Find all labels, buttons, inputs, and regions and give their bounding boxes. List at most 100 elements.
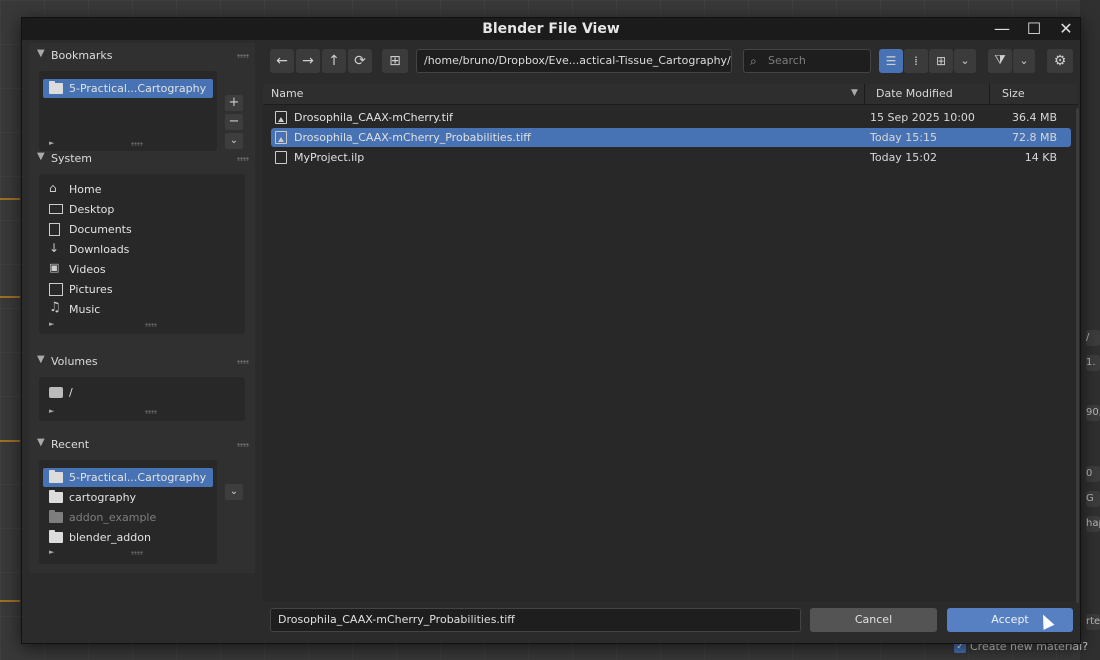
search-field[interactable]: ⌕ [743,49,871,73]
property-chip[interactable]: G [1086,491,1100,507]
drag-grip-icon[interactable] [237,443,249,447]
expand-arrow-icon[interactable]: ► [49,548,54,556]
music-icon: ♫ [49,300,61,315]
property-chip[interactable]: 90, [1086,405,1100,421]
search-input[interactable] [766,53,870,68]
folder-icon [49,81,63,94]
directory-path-field[interactable]: /home/bruno/Dropbox/Eve...actical-Tissue… [416,49,732,73]
property-chip[interactable]: 0 [1086,466,1100,482]
filename-field[interactable]: Drosophila_CAAX-mCherry_Probabilities.ti… [270,608,801,632]
new-folder-button[interactable]: ⊞ [382,49,408,73]
recent-panel-header[interactable]: ▼ Recent [29,434,255,456]
property-chip[interactable]: hap [1086,516,1100,532]
system-item-pictures[interactable]: Pictures [43,280,241,299]
system-item-desktop[interactable]: Desktop [43,200,241,219]
remove-bookmark-button[interactable]: − [225,114,243,130]
add-bookmark-button[interactable]: + [225,95,243,111]
column-name[interactable]: Name [271,87,303,100]
file-size: 14 KB [1024,151,1057,164]
file-size: 36.4 MB [1011,111,1057,124]
column-separator [864,84,865,104]
bookmarks-list: 5-Practical...Cartography ► [39,71,217,151]
recent-item[interactable]: blender_addon [43,528,213,547]
drag-grip-icon[interactable] [237,54,249,58]
column-date-modified[interactable]: Date Modified [876,87,953,100]
filter-button[interactable]: ⧩ [988,49,1012,73]
recent-item[interactable]: addon_example [43,508,213,527]
viewport-curve [0,198,20,200]
video-icon: ▣ [49,261,60,274]
forward-button[interactable]: → [296,49,320,73]
volume-item-root[interactable]: / [43,383,241,402]
thumbnail-view-button[interactable]: ⊞ [929,49,953,73]
expand-arrow-icon[interactable]: ► [49,407,54,415]
file-date: Today 15:15 [870,131,938,144]
volumes-list: / ► [39,377,245,421]
filter-options-dropdown[interactable]: ⌄ [1013,49,1035,73]
title-bar[interactable]: Blender File View — ☐ ✕ [22,18,1080,40]
horizontal-list-view-button[interactable]: ⁞ [904,49,928,73]
file-list-header: Name ▼ Date Modified Size [263,84,1078,105]
file-date: Today 15:02 [870,151,938,164]
system-item-videos[interactable]: ▣ Videos [43,260,241,279]
drag-grip-icon[interactable] [237,157,249,161]
bookmark-item[interactable]: 5-Practical...Cartography [43,79,213,98]
refresh-button[interactable]: ⟳ [348,49,372,73]
recent-list: 5-Practical...Cartography cartography ad… [39,460,217,564]
column-size[interactable]: Size [1002,87,1025,100]
system-item-label: Downloads [69,243,130,256]
recent-menu-button[interactable]: ⌄ [225,484,243,500]
bookmark-menu-button[interactable]: ⌄ [225,133,243,149]
resize-grip-icon[interactable] [145,410,157,414]
sort-descending-icon[interactable]: ▼ [851,88,858,98]
vertical-list-view-button[interactable]: ☰ [879,49,903,73]
bookmarks-title: Bookmarks [51,49,113,62]
minimize-button[interactable]: — [991,20,1013,38]
file-name: Drosophila_CAAX-mCherry_Probabilities.ti… [294,131,531,144]
file-icon [275,151,287,164]
property-chip[interactable]: 1. [1086,355,1100,371]
chevron-down-icon: ▼ [37,437,45,448]
back-button[interactable]: ← [270,49,294,73]
property-chip[interactable]: / [1086,330,1100,346]
maximize-button[interactable]: ☐ [1023,20,1045,38]
file-list-scrollbar[interactable] [1076,108,1079,603]
system-item-label: Pictures [69,283,113,296]
accept-button[interactable]: Accept [947,608,1073,632]
volumes-panel-header[interactable]: ▼ Volumes [29,351,255,373]
bookmarks-panel-header[interactable]: ▼ Bookmarks [29,45,255,67]
file-row-selected[interactable]: Drosophila_CAAX-mCherry_Probabilities.ti… [271,128,1071,147]
parent-directory-button[interactable]: ↑ [322,49,346,73]
recent-item[interactable]: 5-Practical...Cartography [43,468,213,487]
volumes-title: Volumes [51,355,98,368]
file-row[interactable]: Drosophila_CAAX-mCherry.tif 15 Sep 2025 … [271,108,1071,127]
folder-icon [49,490,63,503]
recent-item-label: cartography [69,491,137,504]
chevron-down-icon: ▼ [37,354,45,365]
resize-grip-icon[interactable] [145,323,157,327]
file-row[interactable]: MyProject.ilp Today 15:02 14 KB [271,148,1071,167]
system-item-home[interactable]: ⌂ Home [43,180,241,199]
disk-icon [49,387,63,398]
drag-grip-icon[interactable] [237,360,249,364]
property-chip[interactable]: rtex [1086,614,1100,630]
display-options-dropdown[interactable]: ⌄ [954,49,976,73]
system-item-label: Videos [69,263,106,276]
search-icon: ⌕ [750,54,757,68]
file-size: 72.8 MB [1011,131,1057,144]
file-list: Name ▼ Date Modified Size Drosophila_CAA… [263,84,1079,603]
close-button[interactable]: ✕ [1055,20,1077,38]
expand-arrow-icon[interactable]: ► [49,139,54,147]
recent-item-label: blender_addon [69,531,151,544]
cancel-button[interactable]: Cancel [810,608,937,632]
resize-grip-icon[interactable] [131,551,143,555]
system-item-label: Home [69,183,102,196]
system-item-downloads[interactable]: ↓ Downloads [43,240,241,259]
resize-grip-icon[interactable] [131,142,143,146]
expand-arrow-icon[interactable]: ► [49,320,54,328]
system-panel-header[interactable]: ▼ System [29,148,255,170]
system-item-documents[interactable]: Documents [43,220,241,239]
recent-item[interactable]: cartography [43,488,213,507]
system-item-music[interactable]: ♫ Music [43,300,241,319]
settings-gear-icon[interactable]: ⚙ [1047,49,1073,73]
